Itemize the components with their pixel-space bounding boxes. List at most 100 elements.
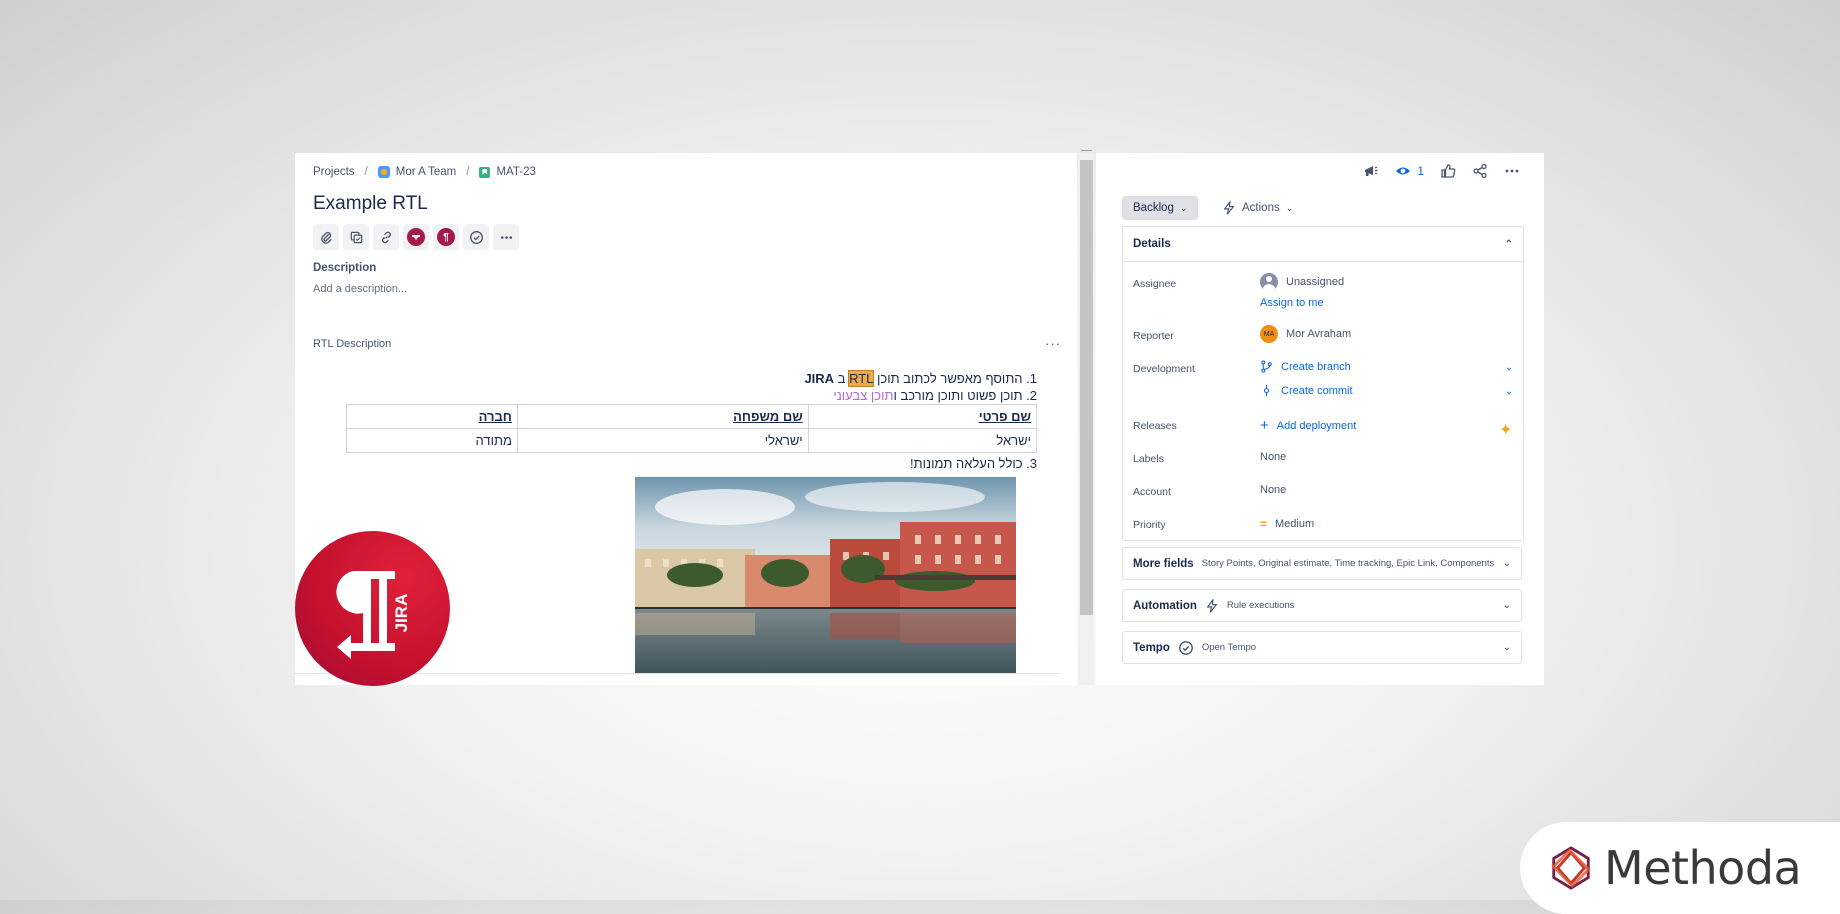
feedback-button[interactable] (1363, 163, 1379, 179)
issue-header-actions: 1 (1363, 163, 1520, 179)
priority-label: Priority (1133, 519, 1166, 531)
rtl-app-button[interactable]: ¶ (433, 224, 459, 250)
development-label: Development (1133, 363, 1195, 375)
avatar (1260, 273, 1278, 291)
chevron-up-icon: ⌃ (1504, 238, 1513, 250)
more-actions-button[interactable] (493, 224, 519, 250)
add-subtask-button[interactable] (343, 224, 369, 250)
tempo-section[interactable]: Tempo Open Tempo ⌄ (1122, 631, 1522, 664)
actions-dropdown[interactable]: Actions ⌄ (1214, 196, 1301, 220)
details-panel: Details ⌃ Assignee Unassigned Assign to … (1122, 226, 1524, 541)
commit-icon (1263, 384, 1270, 397)
rtl-line-2-text: 2. תוכן פשוט ותוכן מורכב ו (893, 388, 1037, 403)
table-header-cell: שם פרטי (807, 404, 1038, 429)
breadcrumb-issue-key[interactable]: MAT-23 (496, 166, 535, 178)
thumbs-up-icon (1441, 164, 1456, 178)
rtl-app-icon: ¶ (437, 228, 455, 246)
assign-to-me-link[interactable]: Assign to me (1260, 297, 1324, 309)
chevron-down-icon: ⌄ (1179, 202, 1188, 213)
avatar: MA (1260, 325, 1278, 343)
status-dropdown[interactable]: Backlog ⌄ (1122, 196, 1199, 220)
share-icon (1473, 163, 1487, 179)
rtl-colored-text: תוכן צבעוני (833, 388, 894, 403)
details-header[interactable]: Details ⌃ (1123, 227, 1523, 262)
rtl-line-1-text: 1. התוסף מאפשר לכתוב תוכן (873, 371, 1037, 386)
chevron-down-icon: ⌄ (1502, 558, 1511, 569)
branch-icon (1261, 360, 1272, 373)
priority-value: Medium (1275, 518, 1315, 530)
rtl-highlight: RTL (848, 370, 875, 387)
more-icon (500, 235, 512, 239)
more-fields-section[interactable]: More fields Story Points, Original estim… (1122, 547, 1522, 580)
breadcrumb-separator: / (466, 166, 470, 178)
logo-text: JIRA (392, 594, 411, 633)
embedded-photo[interactable] (635, 477, 1016, 673)
issue-toolbar: ¶ (313, 224, 519, 250)
description-field[interactable]: Add a description... (313, 283, 407, 295)
priority-field[interactable]: = Medium (1260, 517, 1314, 531)
automation-section[interactable]: Automation Rule executions ⌄ (1122, 589, 1522, 622)
table-header-cell: חברה (346, 404, 518, 429)
left-scrollbar-thumb[interactable] (1080, 160, 1093, 615)
labels-value[interactable]: None (1260, 451, 1286, 463)
rtl-table: שם פרטי שם משפחה חברה ישראל ישראלי מתודה (346, 404, 1038, 453)
chevron-down-icon: ⌄ (1502, 642, 1511, 653)
status-label: Backlog (1133, 202, 1174, 214)
rtl-line-1-mid: ב (834, 371, 850, 386)
scroll-up-arrow[interactable] (1081, 150, 1092, 155)
chevron-down-icon: ⌄ (1502, 600, 1511, 611)
attach-button[interactable] (313, 224, 339, 250)
rtl-description-label: RTL Description (313, 338, 392, 350)
share-button[interactable] (1472, 163, 1488, 179)
project-icon (377, 166, 390, 178)
paperclip-icon (320, 231, 332, 244)
rtl-for-jira-logo: JIRA (295, 531, 450, 686)
rtl-field-more-button[interactable]: ··· (1045, 336, 1061, 351)
add-deployment-label: Add deployment (1276, 419, 1357, 432)
rtl-line-2: 2. תוכן פשוט ותוכן מורכב ותוכן צבעוני (323, 387, 1037, 404)
methoda-brand-badge: Methoda (1520, 822, 1840, 914)
table-row: ישראל ישראלי מתודה (346, 428, 1038, 453)
table-cell: ישראל (807, 428, 1038, 453)
plus-icon: + (1260, 417, 1269, 434)
table-cell: מתודה (346, 428, 518, 453)
account-value[interactable]: None (1260, 484, 1286, 496)
details-title: Details (1133, 238, 1171, 250)
breadcrumb-separator: / (364, 166, 368, 178)
create-branch-link[interactable]: Create branch (1260, 360, 1351, 373)
watch-button[interactable]: 1 (1395, 163, 1424, 179)
automation-summary: Rule executions (1226, 600, 1295, 611)
breadcrumb-projects[interactable]: Projects (313, 166, 355, 178)
automation-title: Automation (1133, 599, 1197, 612)
issue-title[interactable]: Example RTL (313, 193, 428, 215)
breadcrumb-team[interactable]: Mor A Team (396, 166, 457, 178)
story-icon (479, 166, 491, 178)
assignee-field[interactable]: Unassigned (1260, 273, 1344, 291)
tempo-title: Tempo (1133, 641, 1170, 654)
more-options-button[interactable] (1504, 163, 1520, 179)
create-branch-label: Create branch (1281, 360, 1351, 373)
vote-button[interactable] (1440, 163, 1456, 179)
rtl-description-content[interactable]: 1. התוסף מאפשר לכתוב תוכן RTL ב JIRA 2. … (323, 370, 1038, 472)
chevron-down-icon[interactable]: ⌄ (1505, 362, 1513, 373)
labels-label: Labels (1133, 453, 1164, 465)
table-header-row: שם פרטי שם משפחה חברה (346, 404, 1038, 429)
approve-button[interactable] (463, 224, 489, 250)
link-issue-button[interactable] (373, 224, 399, 250)
check-circle-icon (1178, 640, 1193, 655)
account-label: Account (1133, 486, 1171, 498)
create-commit-link[interactable]: Create commit (1260, 384, 1353, 397)
reporter-value: Mor Avraham (1286, 328, 1352, 340)
reporter-field[interactable]: MA Mor Avraham (1260, 325, 1351, 343)
description-label: Description (313, 262, 377, 274)
sparkle-icon[interactable]: ✦ (1499, 420, 1512, 440)
more-fields-title: More fields (1133, 557, 1194, 570)
priority-medium-icon: = (1260, 517, 1268, 531)
chevron-down-icon[interactable]: ⌄ (1505, 386, 1513, 397)
megaphone-icon (1365, 166, 1378, 176)
add-deployment-link[interactable]: + Add deployment (1260, 417, 1356, 434)
reporter-label: Reporter (1133, 330, 1174, 342)
app-button-1[interactable] (403, 224, 429, 250)
subtask-icon (350, 231, 362, 243)
issue-sidebar: 1 Backlog ⌄ Actions ⌄ Details ⌃ Assignee… (1096, 153, 1544, 685)
